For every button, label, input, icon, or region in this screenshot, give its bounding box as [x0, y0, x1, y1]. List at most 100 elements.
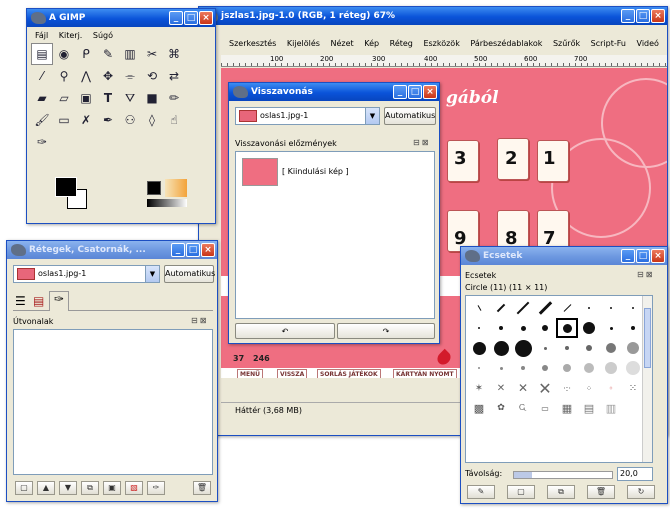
brush-item[interactable]: ✿	[490, 398, 512, 418]
brush-item[interactable]	[600, 338, 622, 358]
brush-item[interactable]: Ꮹ	[512, 398, 534, 418]
brush-item[interactable]	[512, 318, 534, 338]
brush-preview[interactable]	[147, 181, 161, 195]
color-select-icon[interactable]: ▥	[119, 43, 141, 65]
auto-button[interactable]: Automatikus	[384, 107, 436, 125]
brush-item[interactable]	[468, 318, 490, 338]
brushes-titlebar[interactable]: Ecsetek _ □ ×	[461, 247, 667, 265]
bucket-icon[interactable]: ⛛	[119, 87, 141, 109]
chevron-down-icon[interactable]: ▼	[365, 108, 379, 124]
brush-item[interactable]	[490, 318, 512, 338]
stroke-path-button[interactable]: ✑	[147, 481, 165, 495]
menu-szurok[interactable]: Szűrők	[553, 39, 580, 48]
panel-controls[interactable]: ⊟⊠	[191, 316, 208, 325]
raise-path-button[interactable]: ▲	[37, 481, 55, 495]
lower-path-button[interactable]: ▼	[59, 481, 77, 495]
undo-history-list[interactable]: [ Kiindulási kép ]	[235, 151, 435, 319]
toolbox-titlebar[interactable]: A GIMP _ □ ×	[27, 9, 215, 27]
path-icon[interactable]: ⌘	[163, 43, 185, 65]
edit-brush-button[interactable]: ✎	[467, 485, 495, 499]
paintbrush-icon[interactable]: 🖌	[31, 109, 53, 131]
spacing-slider[interactable]	[513, 471, 613, 479]
chevron-down-icon[interactable]: ▼	[145, 266, 159, 282]
clone-icon[interactable]: ⚇	[119, 109, 141, 131]
menu-script-fu[interactable]: Script-Fu	[591, 39, 626, 48]
refresh-brushes-button[interactable]: ↻	[627, 485, 655, 499]
undo-titlebar[interactable]: Visszavonás _ □ ×	[229, 83, 439, 101]
maximize-button[interactable]: □	[636, 249, 650, 263]
nav-tab-vissza[interactable]: VISSZA	[277, 369, 308, 378]
lasso-icon[interactable]: ᑭ	[75, 43, 97, 65]
brush-item[interactable]: ✶	[468, 378, 490, 398]
new-brush-button[interactable]: ▢	[507, 485, 535, 499]
new-path-button[interactable]: ▢	[15, 481, 33, 495]
maximize-button[interactable]: □	[186, 243, 200, 257]
brush-item[interactable]	[622, 358, 644, 378]
brush-item[interactable]: ✕	[512, 378, 534, 398]
brush-item[interactable]	[556, 338, 578, 358]
color-area[interactable]	[55, 177, 87, 209]
brush-item[interactable]	[600, 358, 622, 378]
rect-select-icon[interactable]: ▤	[31, 43, 53, 65]
minimize-button[interactable]: _	[621, 9, 635, 23]
close-button[interactable]: ×	[651, 249, 665, 263]
flip-h-icon[interactable]: ▣	[75, 87, 97, 109]
brush-item[interactable]: ·:·	[556, 378, 578, 398]
menu-reteg[interactable]: Réteg	[390, 39, 413, 48]
history-item[interactable]: [ Kiindulási kép ]	[282, 167, 349, 176]
brush-item[interactable]	[578, 358, 600, 378]
move-icon[interactable]: ✥	[97, 65, 119, 87]
image-window-titlebar[interactable]: jszlas1.jpg-1.0 (RGB, 1 réteg) 67% _ □ ×	[199, 7, 667, 25]
brush-item[interactable]	[600, 318, 622, 338]
menu-kiterj[interactable]: Kiterj.	[59, 31, 83, 40]
red-heart-icon[interactable]	[434, 348, 454, 368]
pencil-icon[interactable]: ✏	[163, 87, 185, 109]
brush-item[interactable]: ◦	[600, 378, 622, 398]
maximize-button[interactable]: □	[636, 9, 650, 23]
transform-icon[interactable]: ⟲	[141, 65, 163, 87]
image-select-combo[interactable]: oslas1.jpg-1 ▼	[235, 107, 380, 125]
panel-controls[interactable]: ⊟⊠	[637, 270, 654, 279]
shear-icon[interactable]: ▱	[53, 87, 75, 109]
brush-item[interactable]	[578, 318, 600, 338]
image-select-combo[interactable]: oslas1.jpg-1 ▼	[13, 265, 160, 283]
brush-item[interactable]	[512, 338, 534, 358]
spacing-input[interactable]: 20,0	[617, 467, 653, 481]
brush-item[interactable]	[512, 358, 534, 378]
paths-list[interactable]	[13, 329, 213, 475]
fuzzy-select-icon[interactable]: ✎	[97, 43, 119, 65]
nav-tab-menu[interactable]: MENÜ	[237, 369, 263, 378]
eraser-icon[interactable]: ▭	[53, 109, 75, 131]
scrollbar-thumb[interactable]	[644, 308, 651, 368]
selection-to-path-button[interactable]: ▧	[125, 481, 143, 495]
flip-icon[interactable]: ⇄	[163, 65, 185, 87]
pattern-preview[interactable]	[165, 179, 187, 197]
duplicate-path-button[interactable]: ⧉	[81, 481, 99, 495]
minimize-button[interactable]: _	[169, 11, 183, 25]
brush-item[interactable]	[534, 338, 556, 358]
ellipse-select-icon[interactable]: ◉	[53, 43, 75, 65]
brush-item[interactable]	[534, 298, 556, 318]
ink-icon[interactable]: ✒	[97, 109, 119, 131]
close-button[interactable]: ×	[423, 85, 437, 99]
brush-item[interactable]	[600, 298, 622, 318]
convolve-icon[interactable]: ◊	[141, 109, 163, 131]
brush-item[interactable]	[556, 298, 578, 318]
airbrush-icon[interactable]: ✗	[75, 109, 97, 131]
path-to-selection-button[interactable]: ▣	[103, 481, 121, 495]
brush-item[interactable]	[622, 318, 644, 338]
brush-grid-frame[interactable]: ✶ ✕ ✕ ✕ ·:· ⁘ ◦ ⁙ ▩ ✿ Ꮹ ▭ ▦ ▤ ▥	[465, 295, 653, 463]
horizontal-ruler[interactable]: 100 200 300 400 500 600 700	[221, 55, 667, 67]
brush-item[interactable]: ✕	[490, 378, 512, 398]
brush-item[interactable]: ✕	[534, 378, 556, 398]
brush-item[interactable]: ▥	[600, 398, 622, 418]
menu-kep[interactable]: Kép	[364, 39, 379, 48]
delete-path-button[interactable]: 🗑	[193, 481, 211, 495]
close-button[interactable]: ×	[199, 11, 213, 25]
brush-item[interactable]	[490, 358, 512, 378]
menu-sugo[interactable]: Súgó	[93, 31, 113, 40]
gradient-preview[interactable]	[147, 199, 187, 207]
foreground-color-swatch[interactable]	[55, 177, 77, 197]
zoom-icon[interactable]: ⚲	[53, 65, 75, 87]
nav-tab-sorlas[interactable]: SORLÁS JÁTÉKOK	[317, 369, 381, 378]
